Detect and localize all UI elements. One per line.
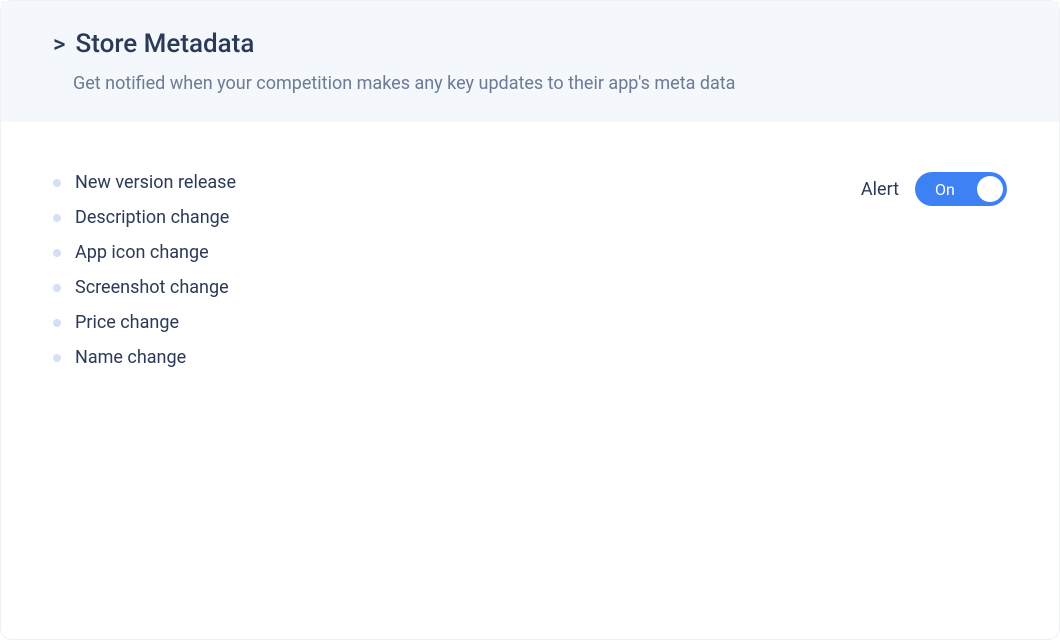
toggle-state-label: On bbox=[935, 180, 955, 199]
bullet-icon bbox=[53, 319, 61, 327]
list-item-label: Description change bbox=[75, 207, 229, 228]
list-item: Description change bbox=[53, 207, 236, 228]
bullet-icon bbox=[53, 354, 61, 362]
toggle-knob-icon bbox=[977, 176, 1003, 202]
alert-label: Alert bbox=[861, 179, 899, 200]
content-area: New version release Description change A… bbox=[1, 122, 1059, 382]
alert-control: Alert On bbox=[861, 172, 1007, 206]
list-item-label: New version release bbox=[75, 172, 236, 193]
list-item: App icon change bbox=[53, 242, 236, 263]
page-subtitle: Get notified when your competition makes… bbox=[73, 73, 1007, 94]
list-item-label: Screenshot change bbox=[75, 277, 229, 298]
metadata-change-list: New version release Description change A… bbox=[53, 172, 236, 382]
bullet-icon bbox=[53, 249, 61, 257]
list-item: Name change bbox=[53, 347, 236, 368]
list-item-label: Price change bbox=[75, 312, 179, 333]
bullet-icon bbox=[53, 214, 61, 222]
list-item-label: App icon change bbox=[75, 242, 209, 263]
alert-toggle[interactable]: On bbox=[915, 172, 1007, 206]
list-item-label: Name change bbox=[75, 347, 186, 368]
page-title: Store Metadata bbox=[75, 29, 254, 59]
section-header: > Store Metadata Get notified when your … bbox=[1, 1, 1059, 122]
list-item: Screenshot change bbox=[53, 277, 236, 298]
bullet-icon bbox=[53, 179, 61, 187]
list-item: New version release bbox=[53, 172, 236, 193]
chevron-right-icon: > bbox=[53, 32, 65, 56]
bullet-icon bbox=[53, 284, 61, 292]
title-row: > Store Metadata bbox=[53, 29, 1007, 59]
list-item: Price change bbox=[53, 312, 236, 333]
